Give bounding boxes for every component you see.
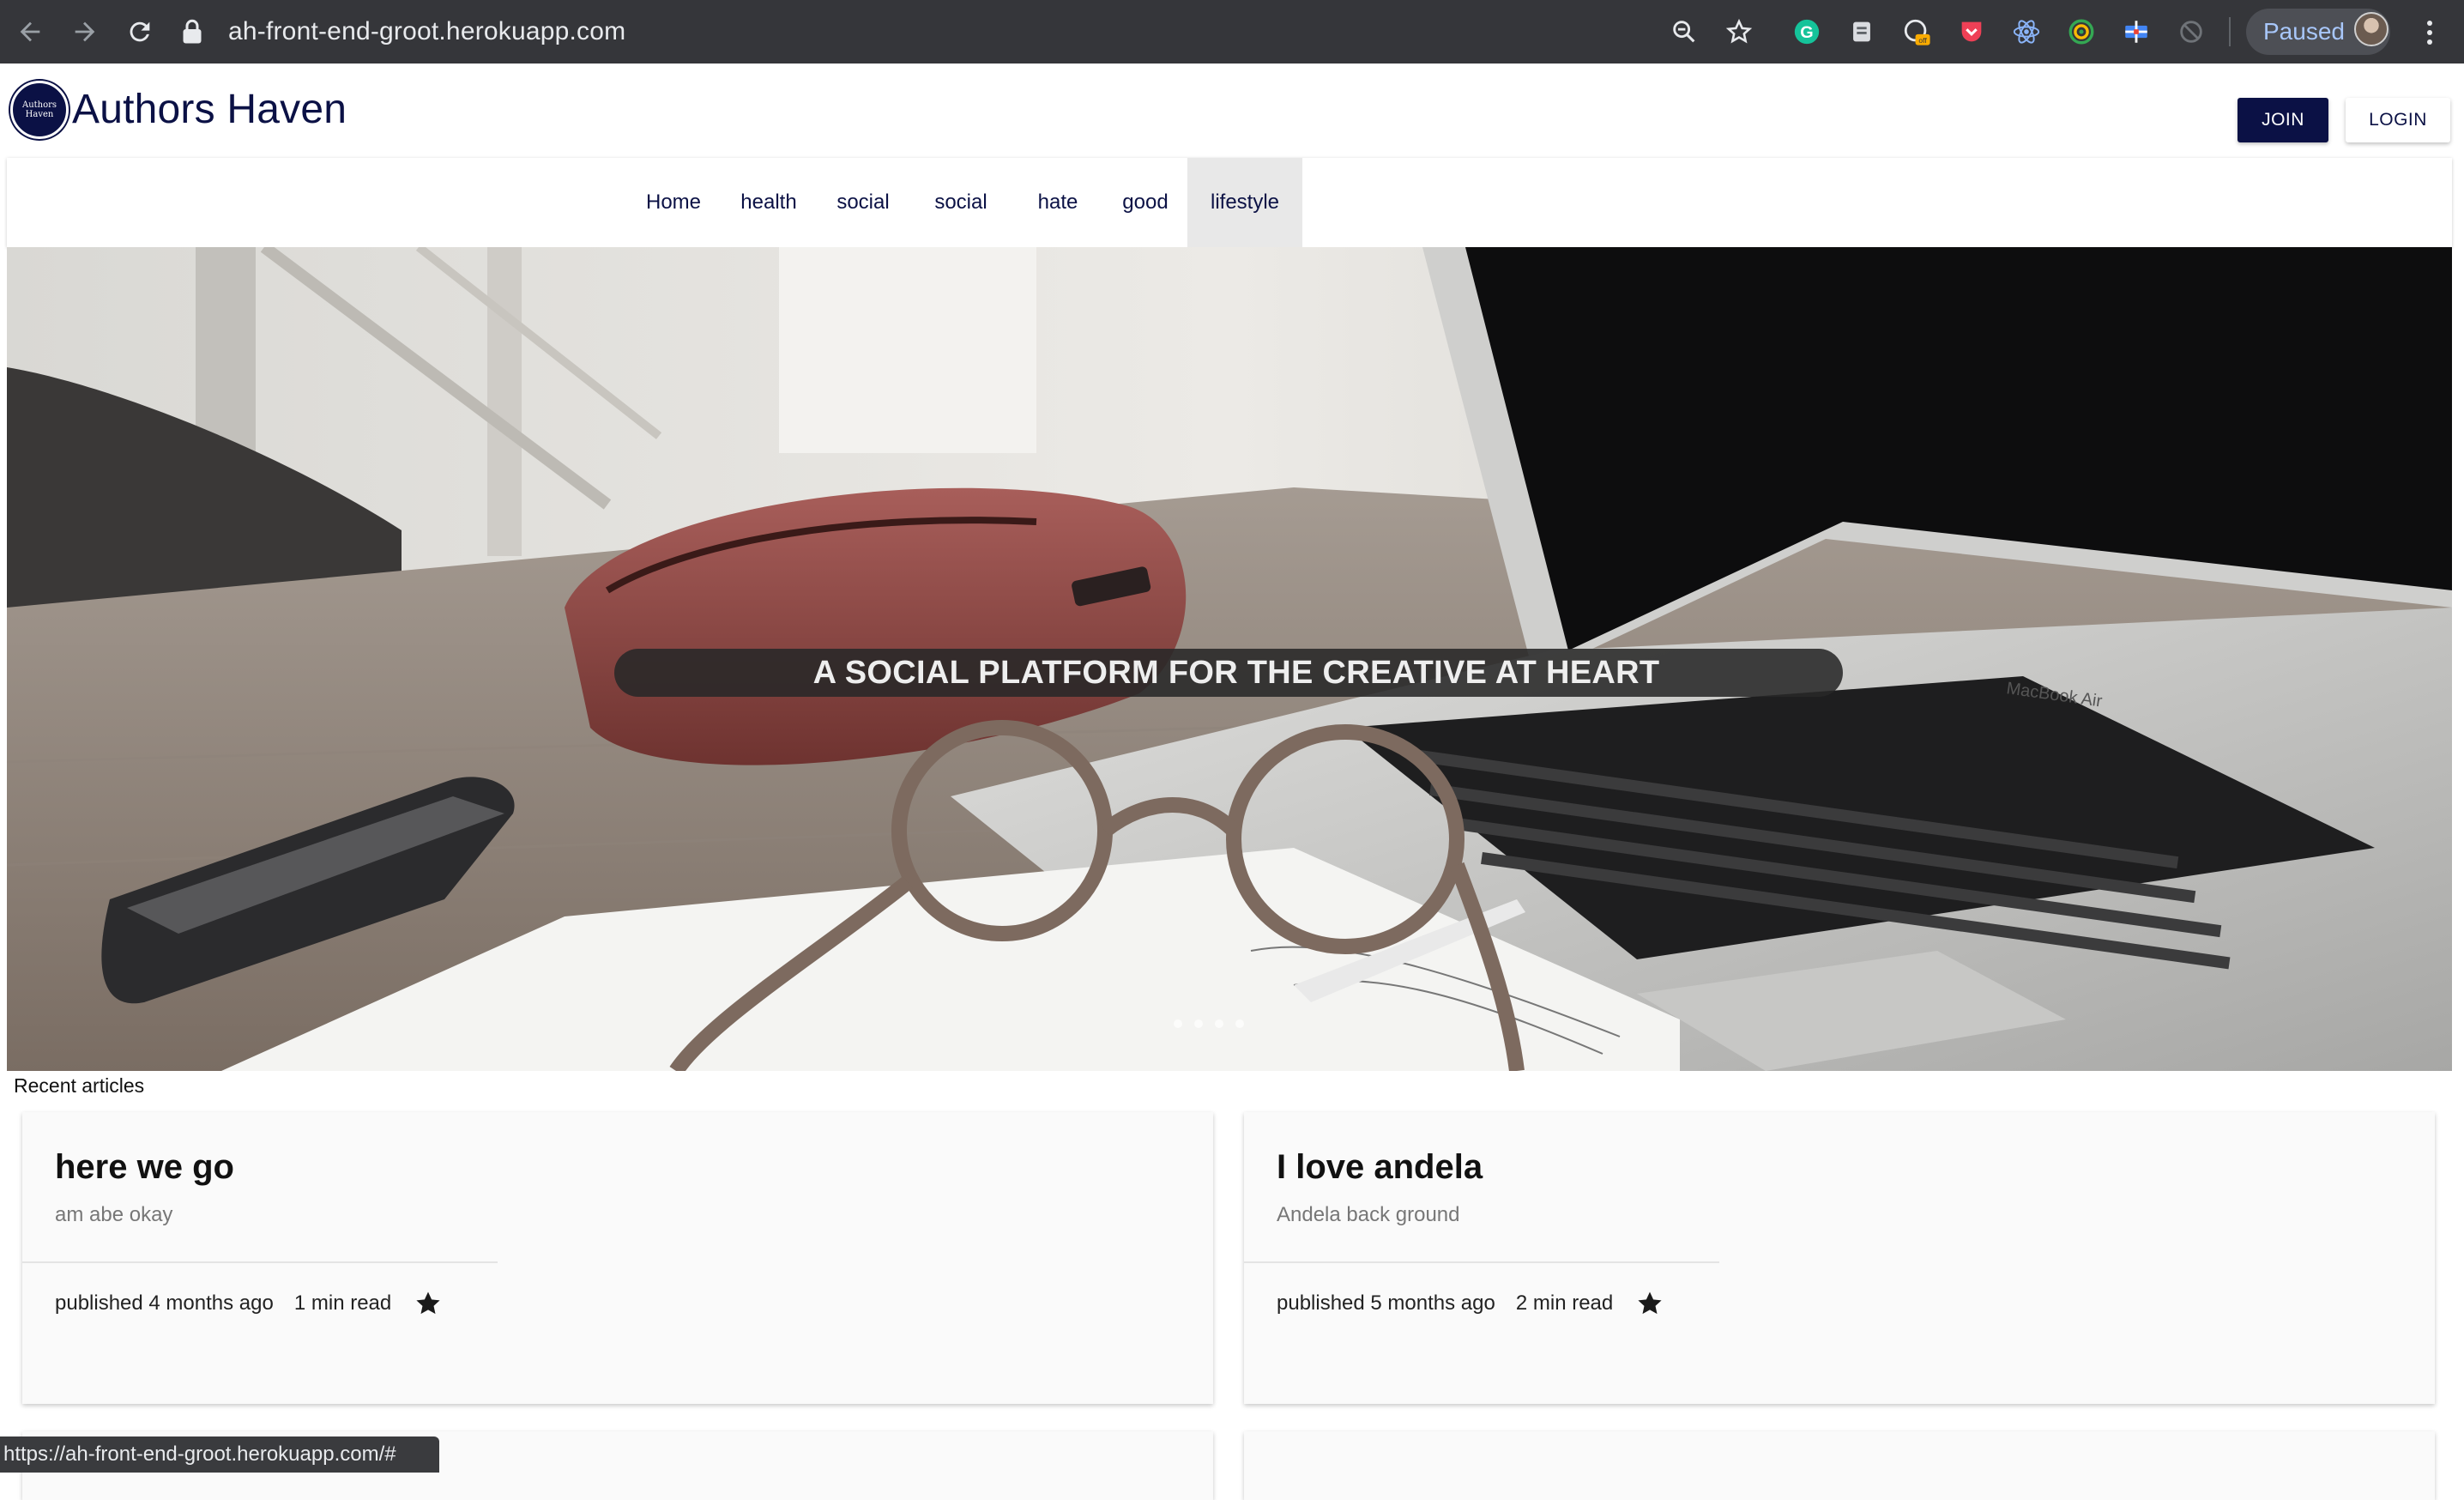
published-date: published 4 months ago <box>55 1291 274 1315</box>
article-title[interactable]: here we go <box>55 1148 234 1187</box>
divider <box>22 1261 498 1263</box>
grammarly-icon[interactable]: G <box>1787 12 1827 51</box>
zoom-icon[interactable] <box>1664 12 1704 51</box>
back-icon[interactable] <box>10 12 50 51</box>
nav-item-hate[interactable]: hate <box>1023 158 1093 247</box>
extension-icon[interactable] <box>1842 12 1881 51</box>
nav-item-social[interactable]: social <box>825 158 901 247</box>
url-text[interactable]: ah-front-end-groot.herokuapp.com <box>228 17 625 46</box>
brand-name[interactable]: Authors Haven <box>72 86 347 133</box>
site-header: Authors Haven Authors Haven JOIN LOGIN <box>0 64 2464 158</box>
category-nav: Home health social social hate good life… <box>7 158 2452 247</box>
toolbar-divider <box>2229 17 2231 46</box>
nav-item-home[interactable]: Home <box>628 158 719 247</box>
target-icon[interactable] <box>2062 12 2101 51</box>
nav-item-lifestyle[interactable]: lifestyle <box>1187 158 1302 247</box>
sync-icon[interactable] <box>2171 12 2211 51</box>
reload-icon[interactable] <box>120 12 160 51</box>
extension-icon[interactable] <box>2117 12 2156 51</box>
article-card[interactable]: here we go am abe okay published 4 month… <box>22 1112 1213 1404</box>
nav-item-good[interactable]: good <box>1108 158 1182 247</box>
login-button[interactable]: LOGIN <box>2346 98 2450 142</box>
logo[interactable]: Authors Haven <box>10 81 69 139</box>
article-card[interactable] <box>1244 1431 2435 1500</box>
browser-toolbar: ah-front-end-groot.herokuapp.com G off P… <box>0 0 2464 64</box>
article-description: am abe okay <box>55 1203 173 1226</box>
star-icon[interactable] <box>1635 1289 1664 1318</box>
nav-item-social-2[interactable]: social <box>923 158 999 247</box>
join-button[interactable]: JOIN <box>2238 98 2328 142</box>
section-title: Recent articles <box>14 1074 145 1097</box>
extension-badge: off <box>1918 36 1927 45</box>
article-title[interactable]: I love andela <box>1277 1148 1483 1187</box>
profile-status: Paused <box>2263 18 2345 45</box>
article-meta: published 5 months ago 2 min read <box>1277 1289 1664 1318</box>
article-meta: published 4 months ago 1 min read <box>55 1289 443 1318</box>
hero-tagline: A SOCIAL PLATFORM FOR THE CREATIVE AT HE… <box>812 654 1660 691</box>
nav-item-health[interactable]: health <box>726 158 812 247</box>
react-devtools-icon[interactable] <box>2007 12 2046 51</box>
logo-line-2: Haven <box>25 110 54 119</box>
hero-carousel[interactable]: MacBook Air A SOCIAL PLATFORM FOR THE CR… <box>7 247 2452 1071</box>
link-status-bar: https://ah-front-end-groot.herokuapp.com… <box>0 1436 439 1473</box>
carousel-indicators[interactable] <box>1174 1019 1244 1028</box>
lock-icon <box>183 19 202 44</box>
divider <box>1244 1261 1719 1263</box>
article-card[interactable]: I love andela Andela back ground publish… <box>1244 1112 2435 1404</box>
forward-icon[interactable] <box>65 12 105 51</box>
logo-line-1: Authors <box>21 100 57 110</box>
read-time: 2 min read <box>1515 1291 1614 1315</box>
read-time: 1 min read <box>293 1291 392 1315</box>
avatar[interactable] <box>2354 12 2389 46</box>
published-date: published 5 months ago <box>1277 1291 1495 1315</box>
extension-off-icon[interactable]: off <box>1897 12 1936 51</box>
svg-text:G: G <box>1800 23 1813 42</box>
address-bar[interactable]: ah-front-end-groot.herokuapp.com <box>182 12 625 51</box>
article-description: Andela back ground <box>1277 1203 1460 1226</box>
bookmark-star-icon[interactable] <box>1719 12 1759 51</box>
pocket-icon[interactable] <box>1952 12 1991 51</box>
menu-icon[interactable] <box>2413 14 2447 51</box>
star-icon[interactable] <box>414 1289 443 1318</box>
